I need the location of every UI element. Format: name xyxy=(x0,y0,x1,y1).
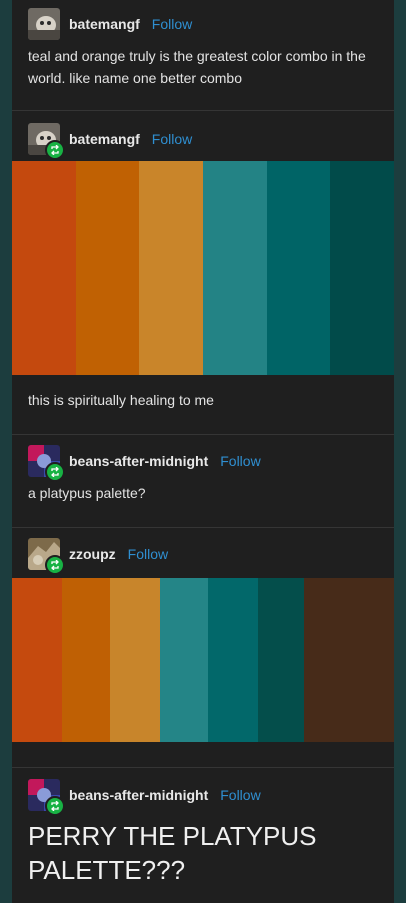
color-swatch xyxy=(110,578,160,742)
username[interactable]: beans-after-midnight xyxy=(69,453,208,469)
follow-button[interactable]: Follow xyxy=(220,453,260,469)
follow-button[interactable]: Follow xyxy=(220,787,260,803)
color-swatch xyxy=(160,578,208,742)
color-swatch xyxy=(12,578,62,742)
color-swatch xyxy=(258,578,304,742)
post-text: teal and orange truly is the greatest co… xyxy=(28,48,366,86)
reblog-icon xyxy=(45,796,65,816)
color-swatch xyxy=(202,161,267,375)
follow-button[interactable]: Follow xyxy=(152,16,192,32)
color-swatch xyxy=(139,161,203,375)
avatar[interactable] xyxy=(28,445,65,482)
avatar[interactable] xyxy=(28,779,65,816)
post-header: beans-after-midnight Follow xyxy=(28,445,261,482)
post-header: zzoupz Follow xyxy=(28,538,168,575)
post-header: batemangf Follow xyxy=(28,8,192,40)
avatar[interactable] xyxy=(28,538,65,575)
color-swatch xyxy=(12,161,76,375)
username[interactable]: beans-after-midnight xyxy=(69,787,208,803)
username[interactable]: batemangf xyxy=(69,131,140,147)
color-swatch xyxy=(330,161,394,375)
color-swatch xyxy=(75,161,140,375)
color-swatch xyxy=(266,161,331,375)
color-swatch xyxy=(208,578,258,742)
color-palette-image xyxy=(12,578,394,742)
follow-button[interactable]: Follow xyxy=(152,131,192,147)
post-text: this is spiritually healing to me xyxy=(28,392,214,408)
divider xyxy=(12,527,394,528)
post-header: beans-after-midnight Follow xyxy=(28,779,261,816)
color-palette-image xyxy=(12,161,394,375)
post-header: batemangf Follow xyxy=(28,123,192,160)
follow-button[interactable]: Follow xyxy=(128,546,168,562)
avatar[interactable] xyxy=(28,8,60,40)
divider xyxy=(12,434,394,435)
post-text-large: PERRY THE PLATYPUS PALETTE??? xyxy=(28,821,317,885)
divider xyxy=(12,110,394,111)
divider xyxy=(12,767,394,768)
color-swatch xyxy=(304,578,394,742)
username[interactable]: batemangf xyxy=(69,16,140,32)
reblog-icon xyxy=(45,140,65,160)
color-swatch xyxy=(62,578,110,742)
post-text: a platypus palette? xyxy=(28,485,146,501)
reblog-icon xyxy=(45,555,65,575)
reblog-icon xyxy=(45,462,65,482)
avatar[interactable] xyxy=(28,123,65,160)
username[interactable]: zzoupz xyxy=(69,546,116,562)
